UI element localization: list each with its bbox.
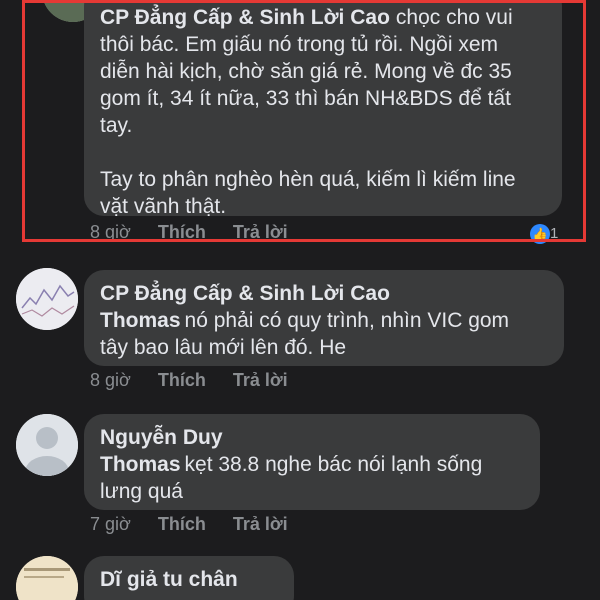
mention-link[interactable]: Thomas (100, 309, 181, 332)
default-avatar-icon (16, 414, 78, 476)
avatar-image (16, 556, 78, 600)
comment-thread: CP Đẳng Cấp & Sinh Lời Cao chọc cho vui t… (0, 0, 600, 600)
comment-3: Nguyễn Duy Thomas kẹt 38.8 nghe bác nói l… (0, 412, 600, 542)
comment-2: CP Đẳng Cấp & Sinh Lời Cao Thomas nó phải… (0, 268, 600, 398)
reply-button[interactable]: Trả lời (233, 514, 288, 534)
comment-bubble: Dĩ giả tu chân (84, 556, 294, 600)
avatar-image (16, 268, 78, 330)
comment-time[interactable]: 7 giờ (90, 514, 131, 534)
comment-bubble: Nguyễn Duy Thomas kẹt 38.8 nghe bác nói l… (84, 414, 540, 510)
comment-line: kẹt 38.8 nghe bác nói lạnh sống (184, 453, 483, 476)
avatar[interactable] (16, 268, 78, 330)
comment-meta: 7 giờ Thích Trả lời (90, 514, 310, 535)
like-button[interactable]: Thích (158, 514, 206, 534)
reply-button[interactable]: Trả lời (233, 370, 288, 390)
comment-author[interactable]: Dĩ giả tu chân (100, 568, 238, 591)
mention-link[interactable]: Thomas (100, 453, 181, 476)
comment-line: tây bao lâu mới lên đó. He (100, 336, 347, 359)
comment-line: lưng quá (100, 480, 183, 503)
comment-4: Dĩ giả tu chân (0, 556, 600, 600)
comment-author[interactable]: CP Đẳng Cấp & Sinh Lời Cao (100, 282, 390, 305)
highlight-box (22, 0, 586, 242)
comment-time[interactable]: 8 giờ (90, 370, 131, 390)
like-button[interactable]: Thích (158, 370, 206, 390)
comment-author[interactable]: Nguyễn Duy (100, 426, 223, 449)
comment-meta: 8 giờ Thích Trả lời (90, 370, 310, 391)
avatar[interactable] (16, 556, 78, 600)
comment-1: CP Đẳng Cấp & Sinh Lời Cao chọc cho vui t… (0, 0, 600, 250)
comment-bubble: CP Đẳng Cấp & Sinh Lời Cao Thomas nó phải… (84, 270, 564, 366)
avatar[interactable] (16, 414, 78, 476)
comment-line: nó phải có quy trình, nhìn VIC gom (184, 309, 510, 332)
